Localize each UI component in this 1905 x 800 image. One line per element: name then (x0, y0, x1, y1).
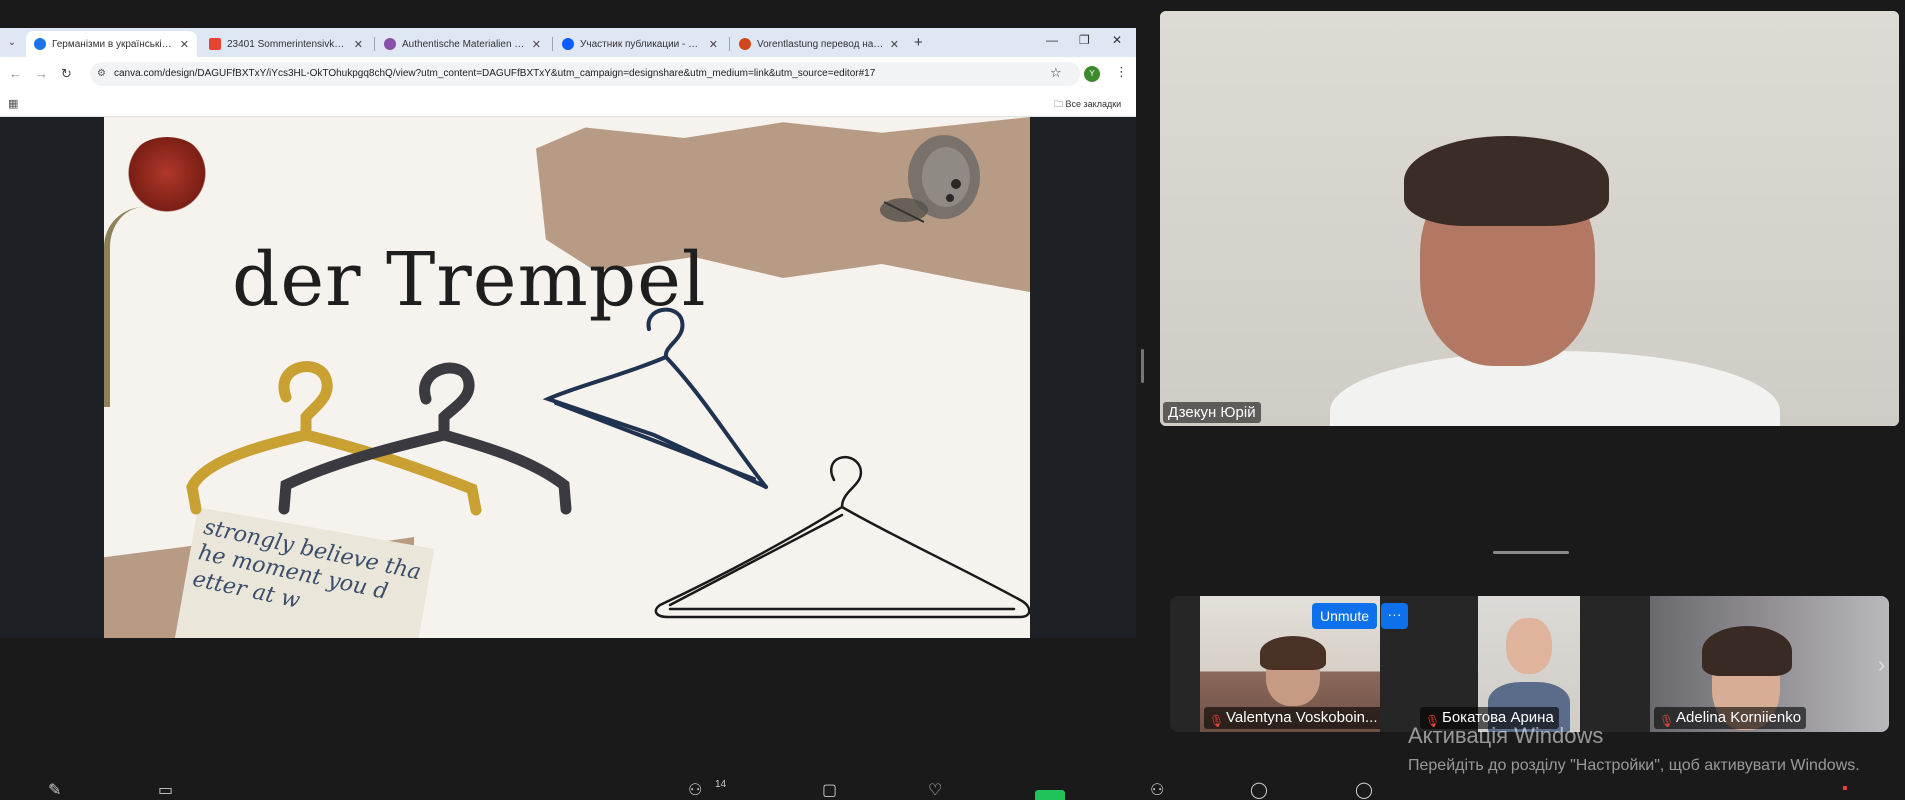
all-bookmarks-label: Все закладки (1065, 99, 1122, 109)
browser-menu-icon[interactable]: ⋮ (1115, 64, 1128, 80)
participant-name-tag: 🎙 Valentyna Voskoboin... (1204, 707, 1380, 729)
tab-title: Authentische Materialien im U (402, 38, 526, 50)
share-screen-button[interactable] (1035, 790, 1065, 800)
tab-separator (729, 37, 730, 51)
tab-zoom[interactable]: Участник публикации - Zoom ✕ (554, 31, 726, 57)
muted-mic-icon: 🎙 (1209, 714, 1225, 728)
tab-separator (374, 37, 375, 51)
browser-window: ⌄ Германізми в українській мові ✕ 23401 … (0, 28, 1136, 638)
back-icon[interactable]: ← (9, 66, 22, 81)
reload-icon[interactable]: ↻ (61, 66, 72, 82)
canva-viewer: strongly believe tha he moment you d ett… (0, 117, 1136, 638)
sketch-hanger-icon (542, 307, 768, 489)
speaker-name-tag: Дзекун Юрій (1163, 402, 1261, 423)
site-favicon-icon (739, 38, 751, 50)
close-window-icon[interactable]: ✕ (1112, 33, 1122, 47)
participant-face (1506, 618, 1552, 674)
participant-name-tag: 🎙 Adelina Korniienko (1654, 707, 1807, 729)
leave-meeting-icon[interactable]: ▪ (1842, 780, 1848, 798)
close-tab-icon[interactable]: ✕ (709, 38, 718, 51)
tab-title: Германізми в українській мові (52, 38, 174, 50)
split-drag-handle[interactable] (1141, 349, 1144, 383)
speaker-hair (1404, 136, 1609, 226)
close-tab-icon[interactable]: ✕ (180, 38, 189, 51)
profile-avatar[interactable]: Y (1084, 66, 1100, 82)
apps-icon[interactable]: ⚇ (1150, 780, 1164, 800)
tab-title: 23401 Sommerintensivkurs C1 (227, 38, 348, 50)
more-options-button[interactable]: ··· (1381, 603, 1408, 629)
outline-hanger-icon (654, 456, 1030, 619)
minimize-icon[interactable]: — (1046, 33, 1058, 47)
hanger-illustrations (186, 307, 1030, 619)
participants-icon[interactable]: ⚇ (688, 780, 702, 800)
participant-name: Valentyna Voskoboin... (1226, 709, 1378, 726)
url-bar[interactable]: ⚙ canva.com/design/DAGUFfBXTxY/iYcs3HL-O… (90, 62, 1080, 86)
whiteboard-icon[interactable]: ◯ (1250, 780, 1268, 800)
mute-mic-icon[interactable]: ✎ (48, 780, 61, 800)
restore-icon[interactable]: ❐ (1079, 33, 1090, 47)
bookmarks-bar: ▦ 🗀 Все закладки (0, 90, 1136, 117)
presentation-slide: strongly believe tha he moment you d ett… (104, 117, 1030, 638)
windows-activation-subtitle: Перейдіть до розділу "Настройки", щоб ак… (1408, 757, 1860, 774)
zoom-favicon-icon (562, 38, 574, 50)
active-speaker-video[interactable]: Дзекун Юрій (1160, 11, 1899, 426)
participant-gallery: 🎙 Valentyna Voskoboin... 🎙 Бокатова Арин… (1170, 596, 1889, 732)
tab-germanisms[interactable]: Германізми в українській мові ✕ (26, 31, 197, 57)
tab-sommerintensivkurs[interactable]: 23401 Sommerintensivkurs C1 ✕ (201, 31, 371, 57)
participant-hair (1260, 636, 1326, 670)
close-tab-icon[interactable]: ✕ (532, 38, 541, 51)
video-camera-icon[interactable]: ▭ (158, 780, 173, 800)
next-page-chevron-icon[interactable]: › (1878, 652, 1885, 678)
close-tab-icon[interactable]: ✕ (354, 38, 363, 51)
tab-authentische[interactable]: Authentische Materialien im U ✕ (376, 31, 549, 57)
forward-icon[interactable]: → (35, 66, 48, 81)
participant-hair (1702, 626, 1792, 676)
unmute-button[interactable]: Unmute (1312, 603, 1377, 629)
folder-icon: 🗀 (1054, 99, 1064, 109)
close-tab-icon[interactable]: ✕ (890, 38, 899, 51)
url-text: canva.com/design/DAGUFfBXTxY/iYcs3HL-OkT… (114, 68, 876, 79)
apps-grid-icon[interactable]: ▦ (8, 97, 18, 110)
site-favicon-icon (384, 38, 396, 50)
tab-search-icon[interactable]: ⌄ (4, 35, 20, 51)
reactions-icon[interactable]: ♡ (928, 780, 942, 800)
tab-vorentlastung[interactable]: Vorentlastung перевод на рус ✕ (731, 31, 907, 57)
more-icon[interactable]: ◯ (1355, 780, 1373, 800)
tab-title: Vorentlastung перевод на рус (757, 38, 884, 50)
address-toolbar: ← → ↻ ⚙ canva.com/design/DAGUFfBXTxY/iYc… (0, 57, 1136, 90)
gmail-favicon-icon (209, 38, 221, 50)
tab-title: Участник публикации - Zoom (580, 38, 703, 50)
muted-mic-icon: 🎙 (1659, 714, 1675, 728)
participant-tile[interactable]: 🎙 Adelina Korniienko (1650, 596, 1889, 732)
gallery-resize-handle[interactable] (1493, 551, 1569, 554)
new-tab-button[interactable]: + (914, 34, 923, 51)
all-bookmarks-button[interactable]: 🗀 Все закладки (1054, 97, 1121, 113)
tab-separator (552, 37, 553, 51)
participant-name: Adelina Korniienko (1676, 709, 1802, 726)
participants-count: 14 (715, 779, 727, 790)
bookmark-star-icon[interactable]: ☆ (1050, 65, 1062, 81)
chat-icon[interactable]: ▢ (822, 780, 837, 800)
site-info-icon[interactable]: ⚙ (97, 62, 106, 86)
meeting-toolbar: ✎ ▭ ⚇ 14 ▢ ♡ ⚇ ◯ ◯ ▪ (0, 776, 1905, 800)
windows-activation-title: Активація Windows (1408, 723, 1604, 748)
chrome-favicon-icon (34, 38, 46, 50)
tab-strip: ⌄ Германізми в українській мові ✕ 23401 … (0, 28, 1136, 57)
